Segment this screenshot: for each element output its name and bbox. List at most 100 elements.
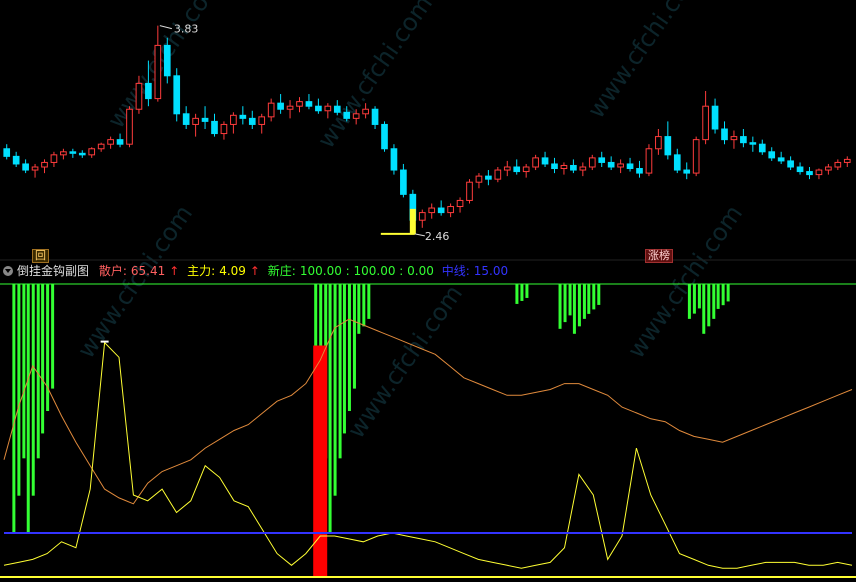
- candle-body: [551, 163, 558, 170]
- xinzhuang-bar: [577, 284, 581, 327]
- candle-body: [834, 161, 842, 168]
- candle-body: [390, 148, 398, 171]
- candle-body: [12, 155, 20, 165]
- candle-body: [692, 139, 700, 174]
- candle-body: [230, 114, 237, 125]
- xinzhuang-bar: [36, 284, 40, 459]
- candle-body: [182, 113, 190, 125]
- candle-body: [475, 175, 483, 183]
- candle-body: [381, 123, 388, 150]
- candle-body: [579, 166, 587, 171]
- series-line: [3, 341, 853, 569]
- candle-body: [315, 105, 322, 112]
- candle-body: [522, 166, 530, 173]
- candle-body: [267, 102, 275, 118]
- sanhu-value: 65.41: [130, 264, 166, 278]
- candle-body: [97, 143, 105, 150]
- zhuli-label: 主力:: [187, 264, 216, 278]
- candle-body: [758, 143, 766, 153]
- xinzhuang-bar: [352, 284, 356, 389]
- watermark-text: www.cfchi.com: [72, 200, 198, 363]
- candle-body: [31, 166, 39, 171]
- xinzhuang-bar: [572, 284, 576, 334]
- xinzhuang-bar: [328, 284, 332, 534]
- candle-body: [607, 161, 615, 168]
- price-annotations: 3.83 2.46: [159, 23, 449, 243]
- candle-body: [296, 101, 303, 107]
- candle-body: [211, 120, 218, 135]
- candle-body: [239, 114, 247, 119]
- xinzhuang-bar: [563, 284, 567, 323]
- xinzhuang-bar: [342, 284, 346, 434]
- candle-body: [588, 157, 596, 168]
- candle-body: [617, 163, 624, 168]
- xinzhuang-bar: [46, 284, 50, 412]
- candle-body: [626, 163, 634, 170]
- candle-body: [135, 82, 143, 110]
- indicator-title[interactable]: 倒挂金钩副图: [17, 264, 89, 278]
- candle-body: [683, 169, 691, 174]
- candle-body: [116, 139, 124, 145]
- tag-right[interactable]: 涨榜: [645, 249, 673, 263]
- candle-body: [560, 164, 568, 170]
- xinzhuang-bar: [362, 284, 366, 327]
- xinzhuang-bar: [587, 284, 591, 314]
- xinzhuang-bar: [702, 284, 706, 334]
- candle-body: [777, 157, 785, 162]
- candle-body: [740, 136, 747, 144]
- candle-body: [41, 161, 48, 168]
- candle-body: [730, 136, 738, 141]
- xinzhuang-bar: [22, 284, 26, 459]
- tag-left[interactable]: 回: [32, 249, 49, 263]
- candle-body: [513, 166, 521, 173]
- candle-body: [843, 158, 851, 163]
- candle-body: [503, 166, 511, 171]
- candle-body: [154, 44, 162, 100]
- candle-body: [324, 105, 332, 112]
- candle-body: [371, 108, 379, 125]
- watermark-text: www.cfchi.com: [312, 0, 438, 153]
- candle-body: [806, 171, 813, 176]
- xinzhuang-bar: [568, 284, 572, 316]
- candle-body: [163, 44, 171, 77]
- candle-body: [711, 105, 719, 130]
- xinzhuang-bar: [721, 284, 725, 306]
- xinzhuang-bar: [31, 284, 35, 496]
- xinzhuang-bar: [357, 284, 361, 334]
- low-pointer: [414, 233, 425, 237]
- candle-body: [645, 148, 653, 174]
- watermark-text: www.cfchi.com: [342, 280, 468, 443]
- up-arrow-icon: ↑: [169, 264, 180, 278]
- xinzhuang-bar: [338, 284, 342, 459]
- candle-body: [664, 136, 672, 156]
- candle-body: [749, 142, 757, 145]
- xinzhuang-values: 100.00 : 100.00 : 0.00: [299, 264, 434, 278]
- xinzhuang-bar: [716, 284, 720, 309]
- candle-body: [702, 105, 709, 141]
- candle-body: [400, 169, 407, 195]
- candle-body: [787, 160, 794, 168]
- xinzhuang-bar: [687, 284, 691, 319]
- candle-body: [447, 206, 454, 214]
- xinzhuang-label: 新庄:: [267, 264, 296, 278]
- candle-body: [107, 139, 114, 145]
- xinzhuang-bar: [697, 284, 701, 309]
- candle-body: [655, 136, 662, 150]
- candle-body: [673, 154, 681, 171]
- xinzhuang-bar: [525, 284, 529, 298]
- chevron-down-icon[interactable]: [3, 266, 13, 276]
- xinzhuang-bar: [26, 284, 30, 534]
- candle-body: [286, 105, 294, 110]
- candle-body: [3, 148, 11, 157]
- low-volume-marker: [409, 208, 416, 234]
- candle-body: [598, 157, 606, 163]
- candle-body: [258, 116, 266, 125]
- candle-body: [362, 108, 369, 115]
- candle-body: [636, 168, 643, 174]
- watermark-text: www.cfchi.com: [622, 200, 748, 363]
- candle-body: [494, 169, 502, 180]
- xinzhuang-bar: [41, 284, 45, 434]
- zhongxian-value: 15.00: [473, 264, 509, 278]
- xinzhuang-bar: [515, 284, 519, 304]
- xinzhuang-bar: [347, 284, 351, 412]
